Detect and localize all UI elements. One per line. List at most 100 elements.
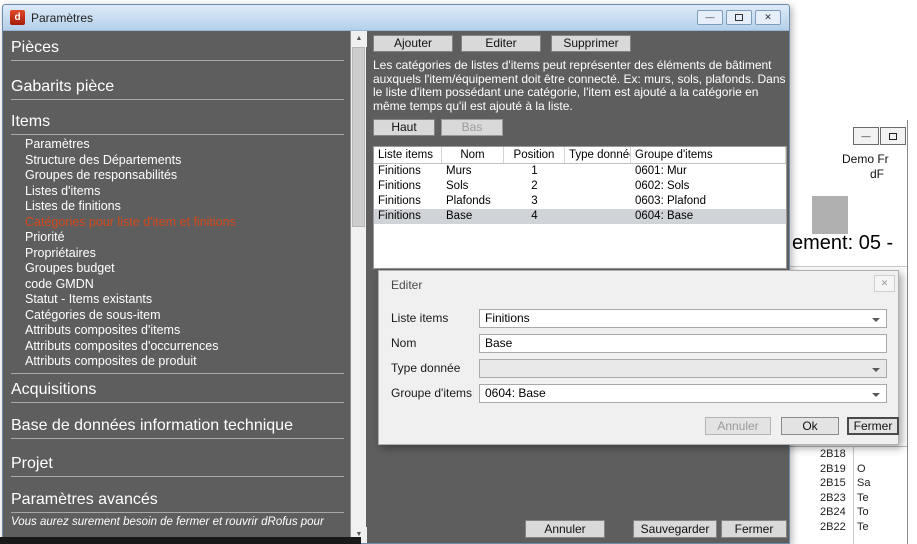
table-row[interactable]: FinitionsMurs10601: Mur: [374, 164, 786, 179]
sidebar-item[interactable]: Attributs composites de produit: [11, 354, 344, 370]
combo-box[interactable]: Finitions: [479, 309, 887, 328]
table-header: Liste itemsNomPositionType donnéeGroupe …: [374, 147, 786, 164]
sidebar-heading[interactable]: Projet: [11, 455, 344, 477]
sidebar-section: Acquisitions: [11, 381, 344, 403]
field-value: Finitions: [485, 311, 530, 325]
sidebar-item[interactable]: Paramètres: [11, 137, 344, 153]
table-cell: Murs: [442, 164, 504, 179]
table-column-header[interactable]: Liste items: [374, 147, 442, 163]
combo-box[interactable]: 0604: Base: [479, 384, 887, 403]
sidebar-heading[interactable]: Base de données information technique: [11, 417, 344, 439]
dialog-close-button[interactable]: ✕: [874, 275, 895, 292]
bottom-dark-band: [0, 537, 361, 544]
settings-sidebar: Pièces Gabarits pièce Items ParamètresStruc…: [3, 31, 350, 543]
table-cell: Base: [442, 209, 504, 224]
table-cell: [565, 194, 631, 209]
sidebar-heading[interactable]: Paramètres avancés: [11, 491, 344, 513]
sidebar-item[interactable]: Attributs composites d'occurrences: [11, 339, 344, 355]
bg-heading-fragment: ement: 05 -: [792, 232, 893, 255]
table-cell: 3: [504, 194, 565, 209]
table-cell: [565, 209, 631, 224]
sidebar-item[interactable]: Statut - Items existants: [11, 292, 344, 308]
bg-row-id: 2B22: [820, 520, 846, 534]
table-column-header[interactable]: Position: [504, 147, 565, 163]
sidebar-heading[interactable]: Items: [11, 113, 344, 135]
table-cell: 2: [504, 179, 565, 194]
table-column-header[interactable]: Type donnée: [565, 147, 631, 163]
move-down-button[interactable]: Bas: [441, 119, 503, 136]
combo-box[interactable]: [479, 359, 887, 378]
panel-close-button[interactable]: Fermer: [721, 520, 787, 538]
text-input[interactable]: Base: [479, 334, 887, 353]
field-label: Liste items: [391, 311, 448, 325]
sidebar-item[interactable]: Attributs composites d'items: [11, 323, 344, 339]
bg-minimize-button[interactable]: —: [853, 127, 879, 145]
sidebar-item[interactable]: Listes de finitions: [11, 199, 344, 215]
table-row[interactable]: FinitionsBase40604: Base: [374, 209, 786, 224]
table-cell: 0604: Base: [631, 209, 786, 224]
bg-maximize-button[interactable]: [880, 127, 906, 145]
table-cell: Sols: [442, 179, 504, 194]
bg-close-button[interactable]: [907, 127, 908, 145]
table-row[interactable]: FinitionsPlafonds30603: Plafond: [374, 194, 786, 209]
bg-list-row: 2B18: [790, 447, 907, 462]
bg-row-text: Te: [857, 491, 869, 505]
delete-button[interactable]: Supprimer: [551, 35, 631, 52]
sidebar-item[interactable]: Priorité: [11, 230, 344, 246]
bg-list-row: 2B23 Te: [790, 491, 907, 506]
sidebar-item[interactable]: Structure des Départements: [11, 153, 344, 169]
sidebar-item-selected[interactable]: Catégories pour liste d'item et finition…: [11, 215, 344, 231]
dialog-close-action-button[interactable]: Fermer: [847, 417, 899, 435]
panel-cancel-button[interactable]: Annuler: [525, 520, 605, 538]
chevron-down-icon[interactable]: [872, 318, 880, 322]
sidebar-item[interactable]: Groupes de responsabilités: [11, 168, 344, 184]
move-up-button[interactable]: Haut: [373, 119, 435, 136]
bg-row-id: 2B15: [820, 476, 846, 490]
close-button[interactable]: ✕: [755, 10, 781, 25]
edit-button[interactable]: Editer: [461, 35, 541, 52]
scroll-up-icon[interactable]: ▲: [351, 31, 367, 47]
field-value: 0604: Base: [485, 386, 546, 400]
maximize-button[interactable]: [726, 10, 752, 25]
bg-row-id: 2B24: [820, 505, 846, 519]
sidebar-footnote: Vous aurez surement besoin de fermer et …: [11, 516, 338, 529]
table-column-header[interactable]: Nom: [442, 147, 504, 163]
sidebar-item[interactable]: code GMDN: [11, 277, 344, 293]
minimize-button[interactable]: —: [697, 10, 723, 25]
bg-caption-line2: dF: [870, 167, 884, 181]
table-column-header[interactable]: Groupe d'items: [631, 147, 786, 163]
sidebar-item[interactable]: Propriétaires: [11, 246, 344, 262]
sidebar-heading[interactable]: Gabarits pièce: [11, 78, 344, 100]
table-cell: 4: [504, 209, 565, 224]
bg-list-row: 2B24 To: [790, 505, 907, 520]
table-cell: 0602: Sols: [631, 179, 786, 194]
table-cell: 0603: Plafond: [631, 194, 786, 209]
titlebar[interactable]: d Paramètres — ✕: [3, 5, 789, 31]
categories-table: Liste itemsNomPositionType donnéeGroupe …: [373, 146, 787, 269]
scrollbar-thumb[interactable]: [352, 47, 365, 227]
sidebar-section: Paramètres avancés: [11, 491, 344, 513]
panel-save-button[interactable]: Sauvegarder: [633, 520, 717, 538]
sidebar-item[interactable]: Catégories de sous-item: [11, 308, 344, 324]
sidebar-item[interactable]: Groupes budget: [11, 261, 344, 277]
table-row[interactable]: FinitionsSols2 0602: Sols: [374, 179, 786, 194]
bg-row-id: 2B23: [820, 491, 846, 505]
edit-dialog: Editer ✕ Liste itemsFinitionsNomBaseType…: [378, 270, 899, 445]
chevron-down-icon[interactable]: [872, 368, 880, 372]
bg-row-text: To: [857, 505, 869, 519]
sidebar-section: Pièces: [11, 39, 344, 61]
bg-row-text: O: [857, 462, 866, 476]
table-cell: Finitions: [374, 179, 442, 194]
add-button[interactable]: Ajouter: [373, 35, 453, 52]
sidebar-heading[interactable]: Acquisitions: [11, 381, 344, 403]
table-cell: Plafonds: [442, 194, 504, 209]
table-cell: 0601: Mur: [631, 164, 786, 179]
sidebar-item[interactable]: Listes d'items: [11, 184, 344, 200]
table-cell: [565, 179, 631, 194]
sidebar-scrollbar[interactable]: ▲ ▼: [350, 31, 366, 543]
dialog-ok-button[interactable]: Ok: [781, 417, 839, 435]
dialog-cancel-button[interactable]: Annuler: [705, 417, 771, 435]
chevron-down-icon[interactable]: [872, 393, 880, 397]
table-cell: [565, 164, 631, 179]
sidebar-heading[interactable]: Pièces: [11, 39, 344, 61]
